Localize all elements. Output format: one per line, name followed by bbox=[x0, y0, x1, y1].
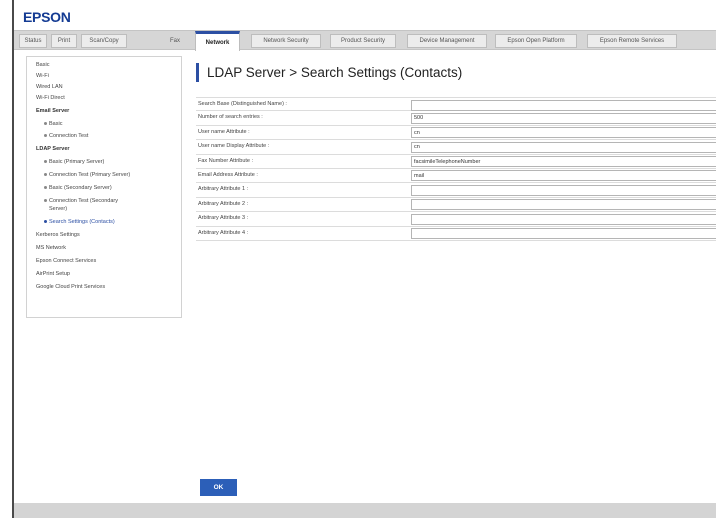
field-label: Arbitrary Attribute 4 : bbox=[198, 229, 249, 236]
bullet-icon bbox=[44, 134, 47, 138]
form-row-arbitrary-attribute-4: Arbitrary Attribute 4 : bbox=[196, 227, 716, 241]
sidebar-item-kerberos-settings[interactable]: Kerberos Settings bbox=[36, 232, 80, 238]
sidebar-item-wifi-direct[interactable]: Wi-Fi Direct bbox=[36, 95, 65, 101]
arbitrary-attribute-2-input[interactable] bbox=[411, 199, 716, 211]
form-row-arbitrary-attribute-3: Arbitrary Attribute 3 : bbox=[196, 212, 716, 227]
arbitrary-attribute-3-input[interactable] bbox=[411, 213, 716, 225]
tab-network-security[interactable]: Network Security bbox=[251, 34, 321, 48]
arbitrary-attribute-4-input[interactable] bbox=[411, 228, 716, 240]
tab-status[interactable]: Status bbox=[19, 34, 47, 48]
search-base-input[interactable] bbox=[411, 99, 716, 111]
field-label: User name Attribute : bbox=[198, 128, 250, 135]
epson-logo: EPSON bbox=[23, 9, 71, 25]
fax-number-attribute-input[interactable] bbox=[411, 156, 716, 168]
tab-product-security[interactable]: Product Security bbox=[330, 34, 396, 48]
sidebar-item-ldap-basic-secondary[interactable]: Basic (Secondary Server) bbox=[44, 185, 112, 191]
sidebar-item-wifi[interactable]: Wi-Fi bbox=[36, 73, 49, 79]
bullet-icon bbox=[44, 220, 47, 224]
sidebar-item-basic[interactable]: Basic bbox=[36, 62, 49, 68]
ok-button[interactable]: OK bbox=[200, 479, 237, 496]
sidebar-item-search-settings-contacts[interactable]: Search Settings (Contacts) bbox=[44, 219, 115, 225]
field-label: User name Display Attribute : bbox=[198, 143, 270, 150]
tab-device-management[interactable]: Device Management bbox=[407, 34, 487, 48]
sidebar-item-wired-lan[interactable]: Wired LAN bbox=[36, 84, 63, 90]
sidebar-item-epson-connect-services[interactable]: Epson Connect Services bbox=[36, 258, 96, 264]
bullet-icon bbox=[44, 199, 47, 203]
number-of-entries-input[interactable] bbox=[411, 112, 716, 124]
field-label: Email Address Attribute : bbox=[198, 171, 258, 178]
field-label: Arbitrary Attribute 2 : bbox=[198, 200, 249, 207]
arbitrary-attribute-1-input[interactable] bbox=[411, 184, 716, 196]
tab-epson-remote-services[interactable]: Epson Remote Services bbox=[587, 34, 677, 48]
page-header: LDAP Server > Search Settings (Contacts) bbox=[196, 62, 462, 82]
sidebar-nav: Basic Wi-Fi Wired LAN Wi-Fi Direct Email… bbox=[26, 56, 182, 318]
tab-network[interactable]: Network bbox=[195, 31, 240, 51]
bullet-icon bbox=[44, 173, 47, 177]
form-row-search-base: Search Base (Distinguished Name) : bbox=[196, 97, 716, 112]
title-accent-bar bbox=[196, 62, 199, 82]
sidebar-item-email-connection-test[interactable]: Connection Test bbox=[44, 133, 88, 139]
field-label: Search Base (Distinguished Name) : bbox=[198, 101, 287, 107]
sidebar-item-ldap-basic-primary[interactable]: Basic (Primary Server) bbox=[44, 159, 104, 165]
sidebar-item-google-cloud-print[interactable]: Google Cloud Print Services bbox=[36, 284, 105, 290]
tab-print[interactable]: Print bbox=[51, 34, 77, 48]
tab-epson-open-platform[interactable]: Epson Open Platform bbox=[495, 34, 577, 48]
sidebar-item-airprint-setup[interactable]: AirPrint Setup bbox=[36, 271, 70, 277]
sidebar-item-email-server[interactable]: Email Server bbox=[36, 108, 69, 114]
sidebar-item-ldap-connection-test-secondary-cont[interactable]: Server) bbox=[49, 206, 67, 212]
bullet-icon bbox=[44, 160, 47, 164]
user-name-display-attribute-input[interactable] bbox=[411, 141, 716, 153]
form-row-number-of-entries: Number of search entries : bbox=[196, 111, 716, 126]
user-name-attribute-input[interactable] bbox=[411, 127, 716, 139]
field-label: Arbitrary Attribute 1 : bbox=[198, 186, 249, 193]
field-label: Arbitrary Attribute 3 : bbox=[198, 215, 249, 222]
email-address-attribute-input[interactable] bbox=[411, 170, 716, 182]
form-row-arbitrary-attribute-1: Arbitrary Attribute 1 : bbox=[196, 183, 716, 198]
sidebar-item-ldap-connection-test-primary[interactable]: Connection Test (Primary Server) bbox=[44, 172, 130, 178]
search-settings-form: Search Base (Distinguished Name) : Numbe… bbox=[196, 97, 716, 241]
sidebar-item-email-basic[interactable]: Basic bbox=[44, 121, 62, 127]
tab-bar: Status Print Scan/Copy Fax Network Netwo… bbox=[14, 30, 716, 51]
form-row-email-address-attribute: Email Address Attribute : bbox=[196, 169, 716, 184]
sidebar-item-ldap-connection-test-secondary[interactable]: Connection Test (Secondary bbox=[44, 198, 118, 204]
bullet-icon bbox=[44, 122, 47, 126]
tab-scan-copy[interactable]: Scan/Copy bbox=[81, 34, 127, 48]
form-row-user-name-display-attribute: User name Display Attribute : bbox=[196, 140, 716, 155]
form-row-arbitrary-attribute-2: Arbitrary Attribute 2 : bbox=[196, 198, 716, 213]
field-label: Fax Number Attribute : bbox=[198, 157, 254, 164]
sidebar-item-ldap-server[interactable]: LDAP Server bbox=[36, 146, 70, 152]
form-row-fax-number-attribute: Fax Number Attribute : bbox=[196, 155, 716, 169]
field-label: Number of search entries : bbox=[198, 114, 263, 121]
web-config-page: EPSON Status Print Scan/Copy Fax Network… bbox=[12, 0, 716, 518]
page-title: LDAP Server > Search Settings (Contacts) bbox=[207, 64, 463, 80]
tab-fax[interactable]: Fax bbox=[164, 34, 186, 48]
footer-bar bbox=[14, 503, 716, 518]
form-row-user-name-attribute: User name Attribute : bbox=[196, 126, 716, 141]
sidebar-item-ms-network[interactable]: MS Network bbox=[36, 245, 66, 251]
bullet-icon bbox=[44, 186, 47, 190]
